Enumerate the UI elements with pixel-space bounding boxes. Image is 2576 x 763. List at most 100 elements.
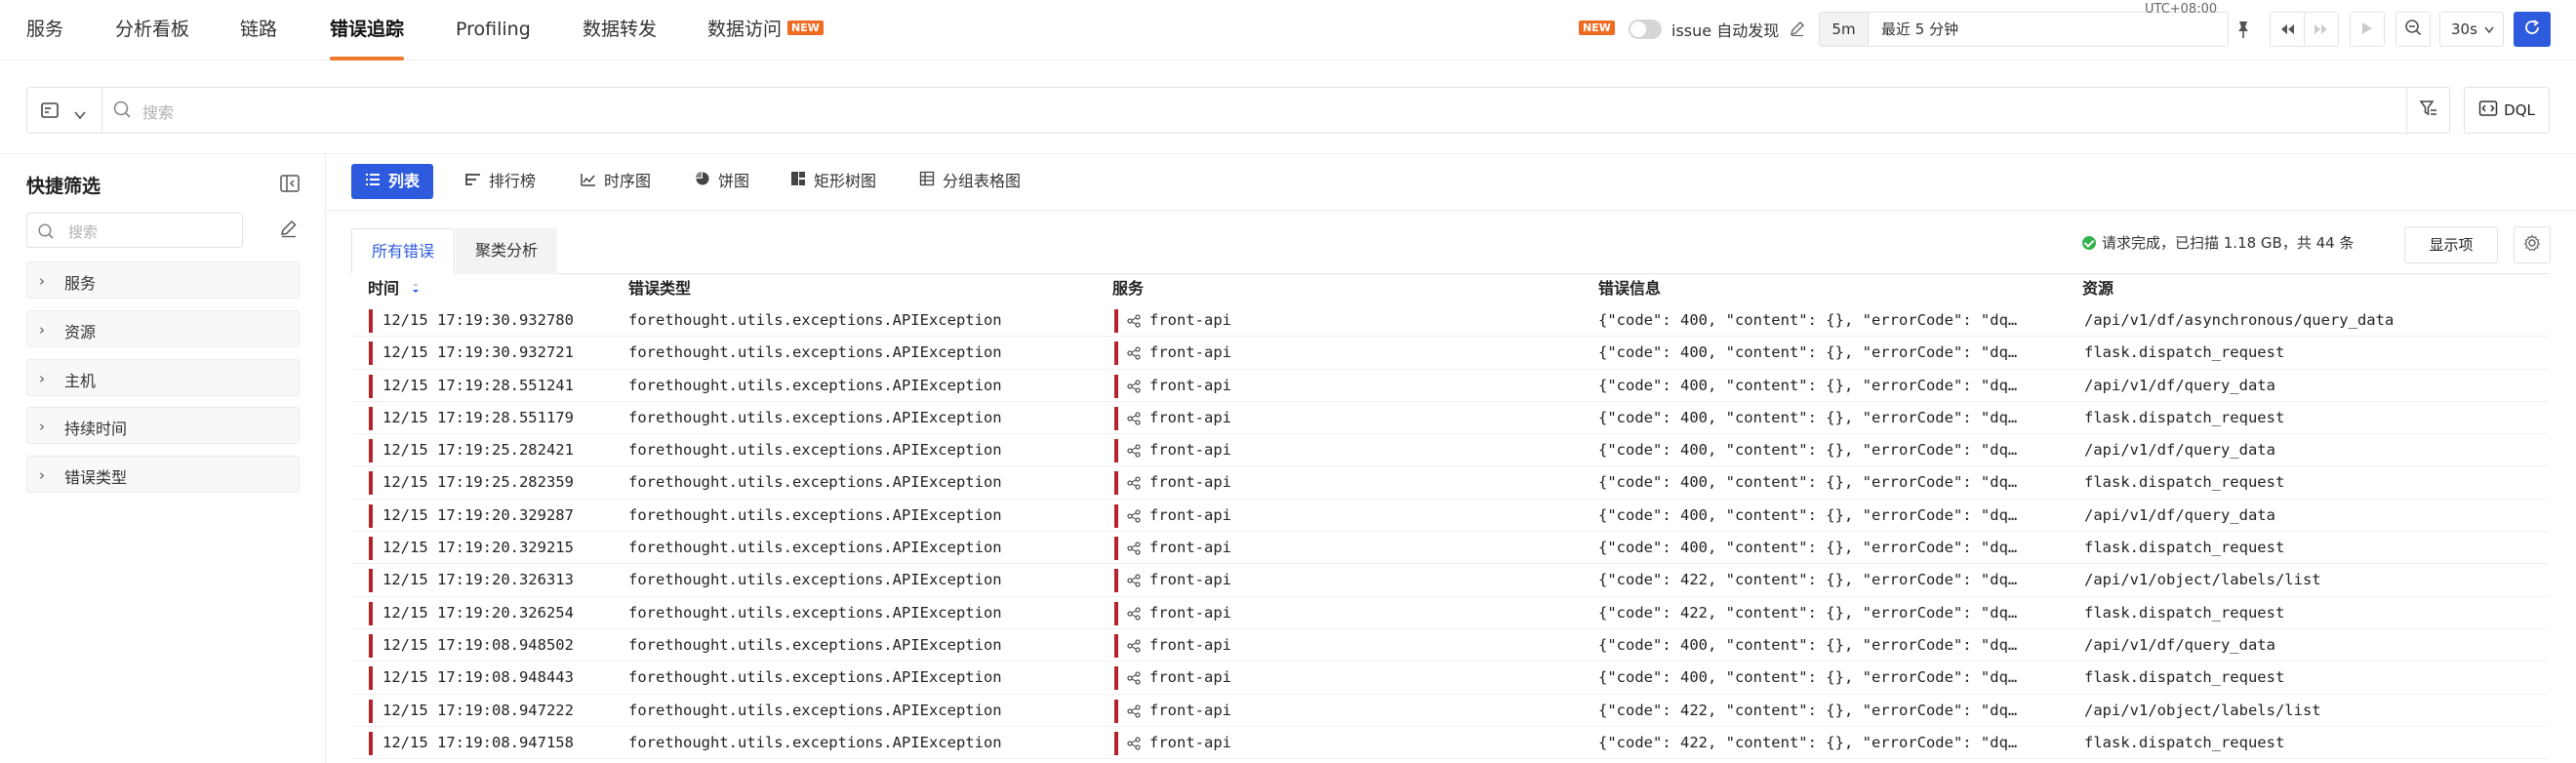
- nav-item-services[interactable]: 服务: [26, 0, 63, 60]
- tab-cluster-analysis[interactable]: 聚类分析: [456, 228, 558, 274]
- refresh-rate-select[interactable]: 30s: [2439, 12, 2504, 47]
- cell-service[interactable]: front-api: [1149, 466, 1296, 498]
- cell-service[interactable]: front-api: [1149, 629, 1296, 661]
- cell-service[interactable]: front-api: [1149, 500, 1296, 531]
- nav-item-traces[interactable]: 链路: [240, 0, 277, 60]
- play-button[interactable]: [2350, 12, 2385, 47]
- nav-item-data-forwarding[interactable]: 数据转发: [583, 0, 657, 60]
- refresh-button[interactable]: [2514, 12, 2551, 47]
- cell-service[interactable]: front-api: [1149, 370, 1296, 401]
- tab-list[interactable]: 列表: [351, 164, 434, 199]
- table-row[interactable]: 12/15 17:19:25.282359 forethought.utils.e…: [351, 466, 2549, 500]
- service-icon: [1127, 670, 1141, 689]
- column-header-resource[interactable]: 资源: [2082, 276, 2113, 301]
- sort-desc-icon[interactable]: [411, 277, 421, 302]
- zoom-out-button[interactable]: [2395, 12, 2431, 47]
- table-row[interactable]: 12/15 17:19:08.948502 forethought.utils.e…: [351, 629, 2549, 663]
- display-columns-button[interactable]: 显示项: [2404, 226, 2498, 263]
- cell-service[interactable]: front-api: [1149, 532, 1296, 563]
- query-mode-select[interactable]: [27, 88, 102, 133]
- sidebar-search-input[interactable]: 搜索: [26, 213, 243, 248]
- cell-time: 12/15 17:19:25.282421: [382, 441, 574, 460]
- table-row[interactable]: 12/15 17:19:08.947158 forethought.utils.e…: [351, 727, 2549, 760]
- cell-service[interactable]: front-api: [1149, 695, 1296, 726]
- issue-auto-discovery-label: issue 自动发现: [1671, 21, 1780, 40]
- column-header-service[interactable]: 服务: [1112, 276, 1144, 301]
- cell-service[interactable]: front-api: [1149, 597, 1296, 628]
- issue-auto-discovery-toggle[interactable]: [1629, 20, 1662, 39]
- nav-item-profiling[interactable]: Profiling: [456, 0, 531, 60]
- cell-service[interactable]: front-api: [1149, 434, 1296, 465]
- cell-error-message: {"code": 400, "content": {}, "errorCode"…: [1598, 668, 2018, 687]
- table-row[interactable]: 12/15 17:19:30.932721 forethought.utils.e…: [351, 337, 2549, 370]
- tab-group-table[interactable]: 分组表格图: [906, 164, 1034, 199]
- service-icon: [1127, 638, 1141, 657]
- tab-treemap[interactable]: 矩形树图: [777, 164, 890, 199]
- column-header-error-type[interactable]: 错误类型: [628, 276, 691, 301]
- list-icon: [365, 164, 381, 199]
- cell-resource: flask.dispatch_request: [2084, 668, 2285, 687]
- service-indicator: [1114, 406, 1118, 430]
- table-row[interactable]: 12/15 17:19:28.551241 forethought.utils.e…: [351, 370, 2549, 402]
- nav-item-dashboards[interactable]: 分析看板: [115, 0, 189, 60]
- severity-indicator: [369, 439, 373, 463]
- edit-filters-icon[interactable]: [279, 219, 299, 242]
- facet-duration[interactable]: › 持续时间: [26, 407, 300, 444]
- clear-filter-button[interactable]: [2406, 88, 2449, 133]
- time-range-picker[interactable]: 5m 最近 5 分钟: [1819, 12, 2229, 47]
- search-input[interactable]: 搜索: [142, 100, 174, 123]
- table-row[interactable]: 12/15 17:19:20.326254 forethought.utils.e…: [351, 597, 2549, 629]
- tab-pie-chart[interactable]: 饼图: [681, 164, 763, 199]
- facet-host[interactable]: › 主机: [26, 359, 300, 396]
- nav-item-data-access[interactable]: 数据访问 NEW: [707, 0, 824, 60]
- refresh-rate-value: 30s: [2451, 20, 2477, 38]
- rewind-button[interactable]: [2270, 12, 2305, 47]
- tab-label: 聚类分析: [475, 241, 539, 260]
- cell-service[interactable]: front-api: [1149, 662, 1296, 693]
- pin-icon[interactable]: [2232, 14, 2257, 45]
- tab-all-errors[interactable]: 所有错误: [351, 228, 456, 274]
- cell-error-message: {"code": 400, "content": {}, "errorCode"…: [1598, 343, 2018, 362]
- table-row[interactable]: 12/15 17:19:20.329215 forethought.utils.e…: [351, 532, 2549, 565]
- nav-item-label: 数据转发: [583, 19, 658, 40]
- table-row[interactable]: 12/15 17:19:08.947222 forethought.utils.e…: [351, 695, 2549, 727]
- cell-time: 12/15 17:19:20.326313: [382, 571, 574, 589]
- service-indicator: [1114, 699, 1118, 723]
- cell-time: 12/15 17:19:30.932721: [382, 343, 574, 362]
- settings-button[interactable]: [2514, 226, 2551, 263]
- cell-service[interactable]: front-api: [1149, 337, 1296, 368]
- facet-resource[interactable]: › 资源: [26, 310, 300, 347]
- table-row[interactable]: 12/15 17:19:20.329287 forethought.utils.e…: [351, 500, 2549, 533]
- column-header-error-message[interactable]: 错误信息: [1598, 276, 1661, 301]
- cell-error-message: {"code": 400, "content": {}, "errorCode"…: [1598, 311, 2018, 329]
- column-header-label: 服务: [1112, 279, 1145, 298]
- severity-indicator: [369, 406, 373, 430]
- cell-service[interactable]: front-api: [1149, 304, 1296, 336]
- cell-service[interactable]: front-api: [1149, 727, 1296, 758]
- severity-indicator: [369, 471, 373, 496]
- cell-error-type: forethought.utils.exceptions.APIExceptio…: [628, 343, 1002, 362]
- cell-error-message: {"code": 400, "content": {}, "errorCode"…: [1598, 441, 2018, 460]
- time-range-text[interactable]: 最近 5 分钟: [1881, 13, 1958, 46]
- tab-timeseries[interactable]: 时序图: [567, 164, 664, 199]
- tab-ranking[interactable]: 排行榜: [452, 164, 549, 199]
- service-icon: [1127, 443, 1141, 462]
- table-row[interactable]: 12/15 17:19:20.326313 forethought.utils.e…: [351, 564, 2549, 597]
- table-row[interactable]: 12/15 17:19:08.948443 forethought.utils.e…: [351, 662, 2549, 695]
- facet-error-type[interactable]: › 错误类型: [26, 456, 300, 493]
- facet-service[interactable]: › 服务: [26, 261, 300, 299]
- table-row[interactable]: 12/15 17:19:28.551179 forethought.utils.e…: [351, 402, 2549, 435]
- fast-forward-button[interactable]: [2304, 12, 2339, 47]
- table-row[interactable]: 12/15 17:19:30.932780 forethought.utils.e…: [351, 304, 2549, 338]
- time-range-short[interactable]: 5m: [1820, 13, 1869, 46]
- cell-service[interactable]: front-api: [1149, 564, 1296, 595]
- table-row[interactable]: 12/15 17:19:25.282421 forethought.utils.e…: [351, 434, 2549, 467]
- cell-error-type: forethought.utils.exceptions.APIExceptio…: [628, 668, 1002, 687]
- cell-service[interactable]: front-api: [1149, 402, 1296, 433]
- collapse-sidebar-icon[interactable]: [279, 174, 301, 197]
- column-header-time[interactable]: 时间: [368, 276, 421, 302]
- edit-issue-icon[interactable]: [1789, 20, 1806, 41]
- nav-item-error-tracking[interactable]: 错误追踪: [330, 0, 405, 60]
- cell-resource: flask.dispatch_request: [2084, 733, 2285, 751]
- dql-button[interactable]: DQL: [2464, 87, 2550, 134]
